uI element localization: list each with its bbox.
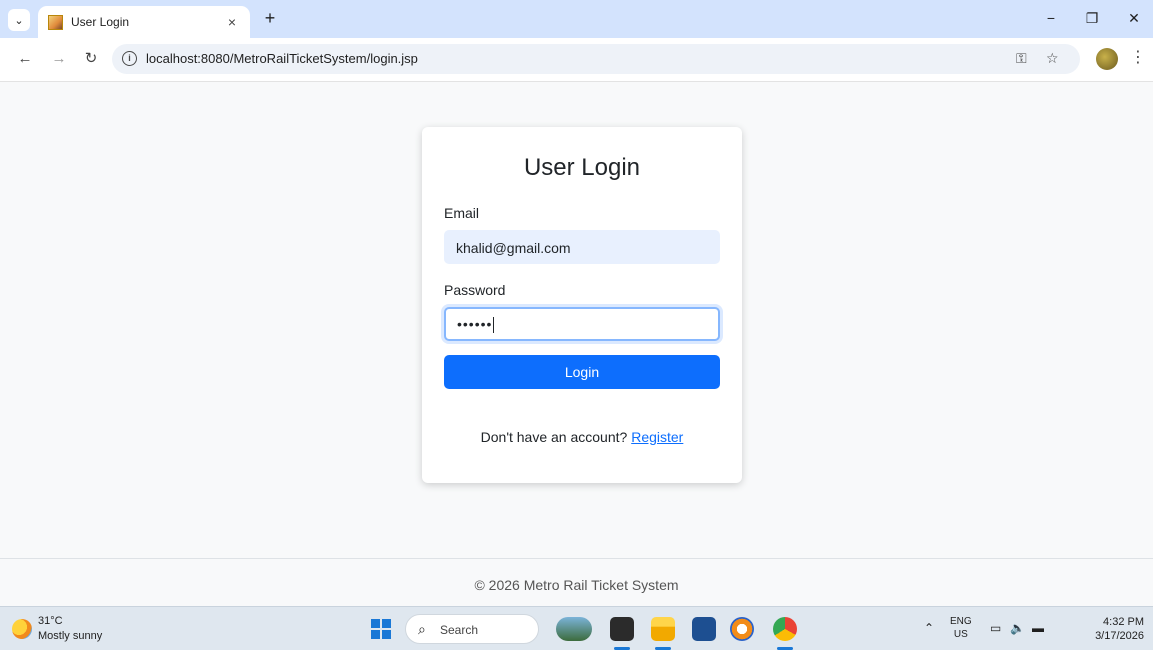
- close-window-icon[interactable]: ✕: [1122, 6, 1146, 30]
- register-prompt: Don't have an account? Register: [422, 429, 742, 445]
- login-button[interactable]: Login: [444, 355, 720, 389]
- clock-time: 4:32 PM: [1103, 616, 1144, 628]
- reload-icon[interactable]: ↻: [80, 48, 102, 70]
- restore-window-icon[interactable]: ❐: [1080, 6, 1104, 30]
- network-icon[interactable]: ▭: [990, 621, 1001, 635]
- page-footer: © 2026 Metro Rail Ticket System: [0, 558, 1153, 606]
- register-link[interactable]: Register: [631, 429, 683, 445]
- password-field[interactable]: ••••••: [444, 307, 720, 341]
- address-bar[interactable]: i localhost:8080/MetroRailTicketSystem/l…: [112, 44, 1080, 74]
- weather-temperature[interactable]: 31°C: [38, 615, 63, 627]
- browser-menu-icon[interactable]: ⋮: [1130, 47, 1146, 67]
- chrome-browser-icon[interactable]: [773, 617, 797, 641]
- tab-favicon-icon: [48, 14, 63, 30]
- weather-description[interactable]: Mostly sunny: [38, 630, 102, 642]
- new-tab-button[interactable]: +: [260, 8, 280, 29]
- language-code: ENG: [950, 616, 972, 627]
- terminal-app-icon[interactable]: [610, 617, 634, 641]
- show-hidden-icons-chevron-icon[interactable]: ⌃: [924, 621, 934, 635]
- tab-search-chevron-icon[interactable]: ⌄: [8, 9, 30, 31]
- address-bar-url: localhost:8080/MetroRailTicketSystem/log…: [146, 51, 418, 66]
- bookmark-star-icon[interactable]: ☆: [1046, 50, 1059, 67]
- windows-taskbar: 31°C Mostly sunny ⌕ Search ⌃ ENG US ▭ 🔈 …: [0, 606, 1153, 650]
- region-code: US: [953, 629, 968, 640]
- taskbar-search-label: Search: [440, 623, 479, 637]
- back-arrow-icon[interactable]: ←: [14, 48, 36, 70]
- file-explorer-icon[interactable]: [651, 617, 675, 641]
- site-info-icon[interactable]: i: [122, 51, 137, 66]
- forward-arrow-icon[interactable]: →: [48, 48, 70, 70]
- browser-tab-strip: ⌄ User Login × + − ❐ ✕: [0, 0, 1153, 38]
- profile-avatar-icon[interactable]: [1096, 48, 1118, 70]
- widgets-app-icon[interactable]: [556, 617, 592, 641]
- app-hexagon-icon[interactable]: [730, 617, 754, 641]
- text-caret: [493, 317, 495, 334]
- volume-icon[interactable]: 🔈: [1010, 621, 1025, 635]
- system-clock[interactable]: 4:32 PM 3/17/2026: [1088, 615, 1144, 643]
- password-key-icon[interactable]: ⚿: [1016, 50, 1027, 67]
- search-icon: ⌕: [418, 621, 426, 637]
- clock-date: 3/17/2026: [1095, 630, 1144, 642]
- taskbar-search-box[interactable]: ⌕ Search: [405, 614, 539, 644]
- battery-icon[interactable]: ▬: [1032, 621, 1044, 635]
- email-field[interactable]: khalid@gmail.com: [444, 230, 720, 264]
- windows-start-icon[interactable]: [371, 619, 391, 639]
- password-label: Password: [444, 282, 506, 298]
- browser-toolbar: ← → ↻ i localhost:8080/MetroRailTicketSy…: [0, 38, 1153, 82]
- register-prompt-text: Don't have an account?: [480, 429, 632, 445]
- tab-close-icon[interactable]: ×: [224, 14, 240, 30]
- browser-tab-user-login[interactable]: User Login ×: [38, 6, 250, 38]
- email-label: Email: [444, 205, 480, 221]
- minimize-window-icon[interactable]: −: [1039, 6, 1063, 30]
- input-language-indicator[interactable]: ENG US: [950, 615, 972, 641]
- password-masked-value: ••••••: [457, 316, 493, 332]
- page-title: User Login: [523, 154, 641, 181]
- page-content: User Login Email khalid@gmail.com Passwo…: [0, 82, 1153, 558]
- tab-title: User Login: [71, 15, 130, 29]
- store-app-icon[interactable]: [692, 617, 716, 641]
- weather-sun-icon[interactable]: [12, 619, 32, 639]
- login-card: User Login Email khalid@gmail.com Passwo…: [422, 127, 742, 483]
